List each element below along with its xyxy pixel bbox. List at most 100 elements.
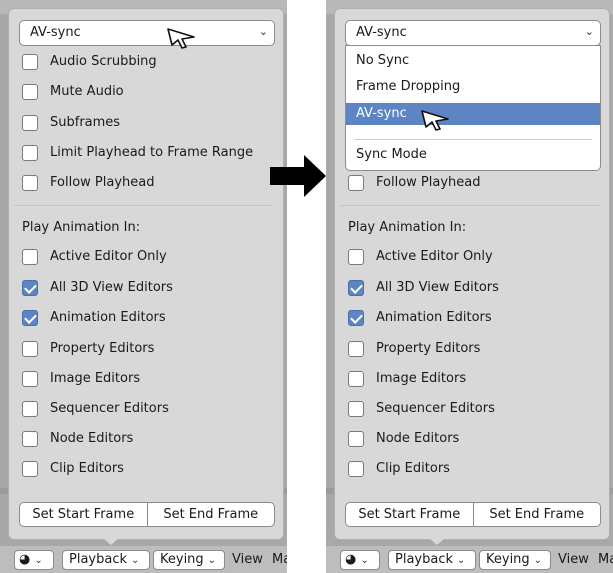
keying-menu-label: Keying [486, 552, 530, 567]
sync-mode-dropdown[interactable]: AV-sync ⌄ [19, 20, 275, 46]
menu-item-av-sync[interactable]: AV-sync [346, 103, 600, 125]
checkbox[interactable] [22, 341, 38, 357]
clock-icon: ◕ [19, 552, 31, 567]
frame-range-buttons: Set Start Frame Set End Frame [19, 502, 275, 527]
menu-item-label: No Sync [356, 53, 410, 68]
checkbox-label: Active Editor Only [50, 249, 167, 264]
checkbox-label: Image Editors [50, 371, 141, 386]
checkbox-label: Node Editors [376, 431, 460, 446]
marker-menu[interactable]: Ma [598, 552, 613, 567]
keying-menu[interactable]: Keying ⌄ [153, 550, 225, 570]
sync-mode-menu: No Sync Frame Dropping AV-sync Sync Mode [345, 45, 601, 171]
right-arrow-icon [270, 155, 326, 197]
chevron-down-icon: ⌄ [457, 555, 466, 566]
checkbox-label: Limit Playhead to Frame Range [50, 145, 254, 160]
keying-menu-label: Keying [160, 552, 204, 567]
checkbox-label: Follow Playhead [376, 175, 481, 190]
checkbox-label: All 3D View Editors [50, 280, 173, 295]
checkbox-label: Subframes [50, 115, 121, 130]
checkbox[interactable] [348, 461, 364, 477]
checkbox[interactable] [22, 145, 38, 161]
checkbox-label: Property Editors [50, 341, 155, 356]
checkbox-label: Property Editors [376, 341, 481, 356]
checkbox[interactable] [348, 249, 364, 265]
checkbox[interactable] [22, 371, 38, 387]
menu-item-no-sync[interactable]: No Sync [346, 50, 600, 72]
editor-type-button[interactable]: ◕ ⌄ [340, 550, 380, 570]
chevron-down-icon: ⌄ [34, 555, 43, 566]
play-animation-heading: Play Animation In: [348, 220, 467, 235]
timeline-header: ◕⌄ Playback⌄ Keying⌄ View Ma [0, 546, 287, 573]
checkbox[interactable] [348, 371, 364, 387]
checkbox[interactable] [22, 401, 38, 417]
checkbox[interactable] [348, 175, 364, 191]
checkbox-label: Clip Editors [50, 461, 124, 476]
playback-menu-label: Playback [69, 552, 128, 567]
checkbox-label: Node Editors [50, 431, 134, 446]
menu-item-frame-dropping[interactable]: Frame Dropping [346, 76, 600, 98]
playback-menu[interactable]: Playback ⌄ [388, 550, 476, 570]
editor-type-button[interactable]: ◕ ⌄ [14, 550, 54, 570]
checkbox[interactable] [348, 401, 364, 417]
menu-separator [354, 139, 592, 140]
play-animation-heading: Play Animation In: [22, 220, 141, 235]
popover-notch [429, 538, 445, 545]
checkbox-label: Audio Scrubbing [50, 54, 157, 69]
checkbox-label: Animation Editors [50, 310, 166, 325]
checkbox-label: Active Editor Only [376, 249, 493, 264]
chevron-down-icon: ⌄ [533, 555, 543, 566]
set-end-frame-button[interactable]: Set End Frame [472, 503, 601, 526]
checkbox[interactable] [348, 341, 364, 357]
checkbox[interactable] [22, 175, 38, 191]
menu-item-label: AV-sync [356, 106, 407, 121]
set-start-frame-button[interactable]: Set Start Frame [346, 503, 473, 526]
checkbox-label: Animation Editors [376, 310, 492, 325]
checkbox-label: Image Editors [376, 371, 467, 386]
chevron-down-icon: ⌄ [584, 25, 594, 38]
view-menu[interactable]: View [558, 552, 589, 567]
sync-mode-value: AV-sync [356, 25, 407, 40]
sync-mode-dropdown[interactable]: AV-sync ⌄ [345, 20, 601, 46]
section-divider [340, 205, 599, 206]
view-menu[interactable]: View [232, 552, 263, 567]
checkbox-label: Follow Playhead [50, 175, 155, 190]
menu-item-label: Frame Dropping [356, 79, 461, 94]
mouse-pointer-icon [421, 110, 449, 131]
checkbox-checked[interactable] [22, 310, 38, 326]
chevron-down-icon: ⌄ [207, 555, 217, 566]
checkbox[interactable] [22, 249, 38, 265]
checkbox-checked[interactable] [348, 280, 364, 296]
checkbox-checked[interactable] [348, 310, 364, 326]
checkbox-label: Sequencer Editors [376, 401, 495, 416]
playback-menu-label: Playback [395, 552, 454, 567]
marker-menu[interactable]: Ma [272, 552, 287, 567]
chevron-down-icon: ⌄ [131, 555, 140, 566]
menu-heading-label: Sync Mode [356, 147, 427, 162]
checkbox-label: Sequencer Editors [50, 401, 169, 416]
keying-menu[interactable]: Keying ⌄ [479, 550, 551, 570]
timeline-header: ◕⌄ Playback⌄ Keying⌄ View Ma [326, 546, 613, 573]
checkbox[interactable] [348, 431, 364, 447]
chevron-down-icon: ⌄ [258, 25, 268, 38]
set-end-frame-button[interactable]: Set End Frame [146, 503, 275, 526]
mouse-pointer-icon [167, 28, 195, 49]
right-screenshot: AV-sync ⌄ No Sync Frame Dropping AV-sync… [326, 0, 613, 573]
frame-range-buttons: Set Start Frame Set End Frame [345, 502, 601, 527]
checkbox[interactable] [22, 54, 38, 70]
checkbox-label: All 3D View Editors [376, 280, 499, 295]
sync-mode-value: AV-sync [30, 25, 81, 40]
clock-icon: ◕ [345, 552, 357, 567]
playback-menu[interactable]: Playback ⌄ [62, 550, 150, 570]
set-start-frame-button[interactable]: Set Start Frame [20, 503, 147, 526]
checkbox-checked[interactable] [22, 280, 38, 296]
popover-notch [103, 538, 119, 545]
checkbox[interactable] [22, 84, 38, 100]
checkbox-label: Clip Editors [376, 461, 450, 476]
checkbox[interactable] [22, 461, 38, 477]
checkbox[interactable] [22, 431, 38, 447]
checkbox[interactable] [22, 115, 38, 131]
left-screenshot: AV-sync ⌄ Audio Scrubbing Mute Audio Sub… [0, 0, 287, 573]
chevron-down-icon: ⌄ [360, 555, 369, 566]
section-divider [14, 205, 273, 206]
checkbox-label: Mute Audio [50, 84, 124, 99]
